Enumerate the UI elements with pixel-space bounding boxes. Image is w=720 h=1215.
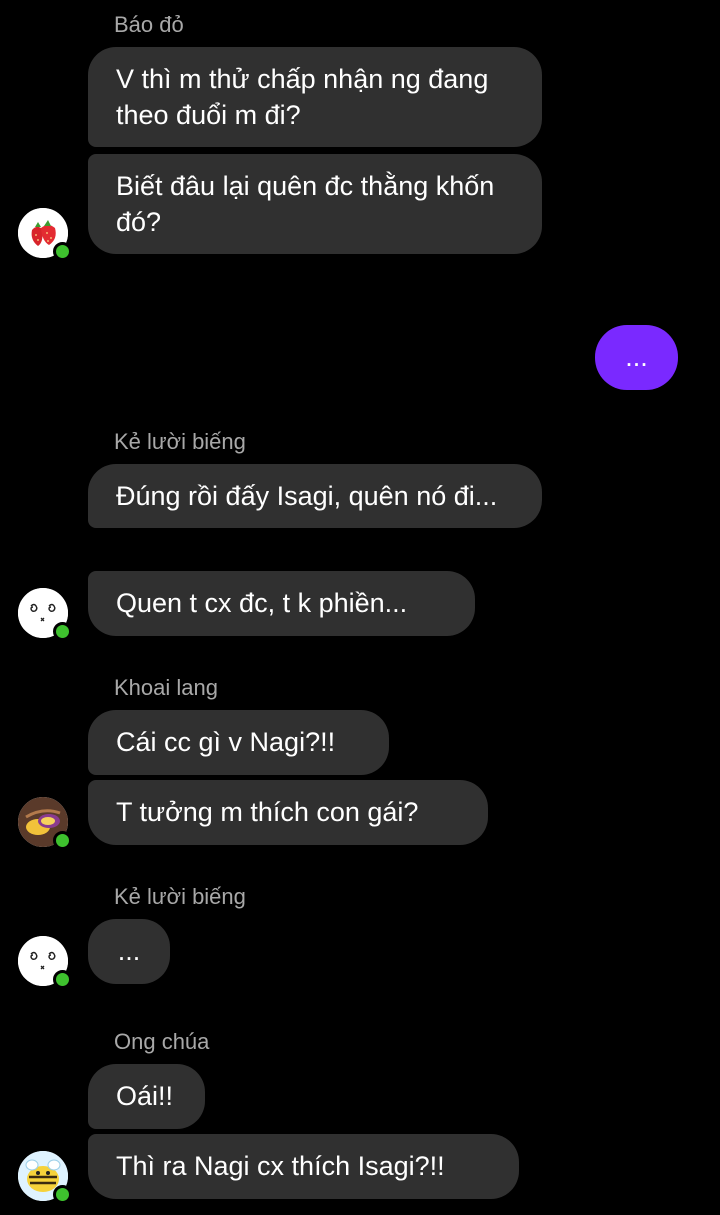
online-status-icon (53, 1185, 72, 1204)
sender-name: Báo đỏ (114, 12, 184, 37)
message-bubble[interactable]: Thì ra Nagi cx thích Isagi?!! (88, 1134, 519, 1199)
online-status-icon (53, 831, 72, 850)
online-status-icon (53, 622, 72, 641)
sender-name: Kẻ lười biếng (114, 429, 246, 454)
message-bubble[interactable]: V thì m thử chấp nhận ng đang theo đuổi … (88, 47, 542, 147)
message-bubble[interactable]: ... (88, 919, 170, 984)
dizzy-face-avatar-icon[interactable] (18, 936, 72, 989)
online-status-icon (53, 242, 72, 261)
dizzy-face-avatar-icon[interactable] (18, 588, 72, 641)
sender-name: Ong chúa (114, 1029, 210, 1054)
sent-message-bubble[interactable]: ... (595, 325, 678, 390)
message-bubble[interactable]: Biết đâu lại quên đc thằng khốn đó? (88, 154, 542, 254)
message-bubble[interactable]: Đúng rồi đấy Isagi, quên nó đi... (88, 464, 542, 528)
sender-name: Khoai lang (114, 675, 218, 700)
strawberry-avatar-icon[interactable] (18, 208, 72, 261)
bee-avatar-icon[interactable] (18, 1151, 72, 1204)
message-bubble[interactable]: Quen t cx đc, t k phiền... (88, 571, 475, 636)
message-bubble[interactable]: Cái cc gì v Nagi?!! (88, 710, 389, 775)
sweet-potato-avatar-icon[interactable] (18, 797, 72, 850)
sender-name: Kẻ lười biếng (114, 884, 246, 909)
message-bubble[interactable]: T tưởng m thích con gái? (88, 780, 488, 845)
online-status-icon (53, 970, 72, 989)
message-bubble[interactable]: Oái!! (88, 1064, 205, 1129)
